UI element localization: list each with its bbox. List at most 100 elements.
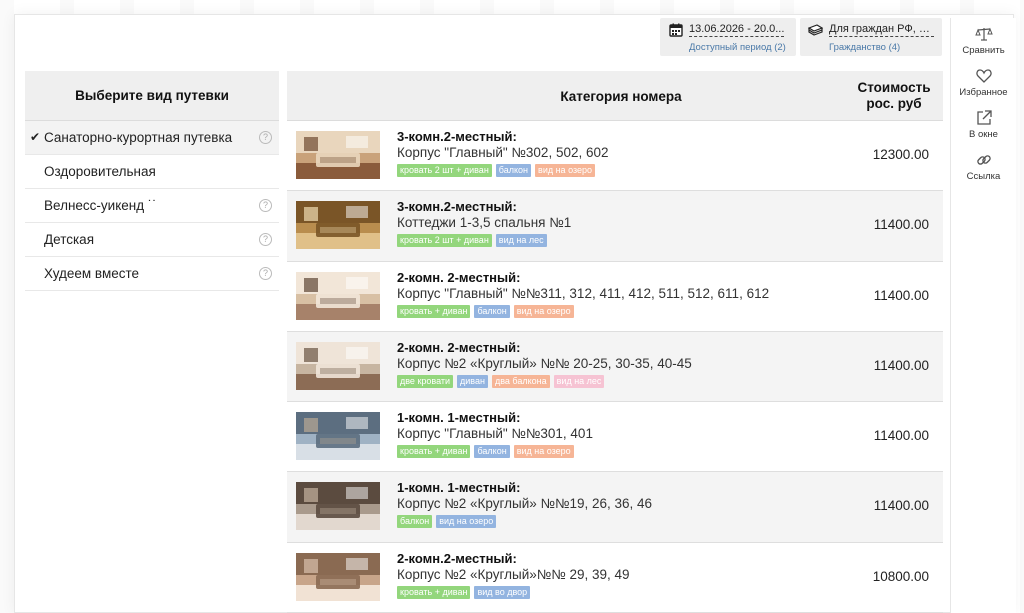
room-photo[interactable] xyxy=(296,412,380,461)
room-row[interactable]: 3-комн.2-местный: Корпус "Главный" №302,… xyxy=(287,121,943,192)
room-location: Корпус "Главный" №№311, 312, 411, 412, 5… xyxy=(397,285,770,301)
compare-label: Сравнить xyxy=(962,45,1005,56)
room-price: 10800.00 xyxy=(872,568,929,584)
favorites-button[interactable]: Избранное xyxy=(951,66,1016,98)
tour-type-label: Детская xyxy=(44,232,95,247)
compare-button[interactable]: Сравнить xyxy=(951,24,1016,56)
room-tag: балкон xyxy=(474,304,510,318)
room-title: 1-комн. 1-местный: xyxy=(397,480,521,496)
room-info: 2-комн. 2-местный: Корпус "Главный" №№31… xyxy=(397,270,769,318)
tour-type-label: Велнесс-уикенд ˙˙ xyxy=(44,198,157,213)
room-tag: вид на озеро xyxy=(535,164,596,177)
scales-icon xyxy=(974,24,994,44)
table-header: Категория номера Стоимость рос. руб xyxy=(287,71,943,121)
period-filter[interactable]: 13.06.2026 - 20.0... Доступный период (2… xyxy=(660,18,796,56)
room-row[interactable]: 1-комн. 1-местный: Корпус №2 «Круглый» №… xyxy=(287,472,943,543)
room-photo[interactable] xyxy=(296,201,380,250)
external-link-icon xyxy=(974,108,994,128)
room-tag: вид на озеро xyxy=(436,515,497,529)
room-photo[interactable] xyxy=(296,552,380,601)
tour-type-label: Санаторно-курортная путевка xyxy=(44,130,233,145)
room-photo[interactable] xyxy=(296,131,380,179)
room-title: 3-комн.2-местный: xyxy=(397,129,517,144)
tour-type-sanatorium[interactable]: ✔ Санаторно-курортная путевка ? xyxy=(25,121,279,155)
room-title: 2-комн. 2-местный: xyxy=(397,269,521,285)
room-photo[interactable] xyxy=(296,482,380,531)
calendar-icon xyxy=(668,23,683,38)
room-location: Корпус "Главный" №302, 502, 602 xyxy=(397,145,609,160)
room-tag: вид на озеро xyxy=(513,304,574,318)
room-tags: кровать 2 шт + диван балкон вид на озеро xyxy=(397,164,609,177)
room-location: Корпус №2 «Круглый»№№ 29, 39, 49 xyxy=(397,566,630,582)
help-icon[interactable]: ? xyxy=(259,233,272,246)
room-info: 1-комн. 1-местный: Корпус "Главный" №№30… xyxy=(397,410,593,459)
room-row[interactable]: 1-комн. 1-местный: Корпус "Главный" №№30… xyxy=(287,402,943,473)
help-icon[interactable]: ? xyxy=(259,199,272,212)
room-tag: кровать 2 шт + диван xyxy=(397,234,492,248)
tour-type-health[interactable]: Оздоровительная xyxy=(25,155,279,189)
room-price: 11400.00 xyxy=(873,357,929,373)
period-filter-label[interactable]: Доступный период (2) xyxy=(668,42,788,53)
room-info: 1-комн. 1-местный: Корпус №2 «Круглый» №… xyxy=(397,480,652,529)
room-tags: балкон вид на озеро xyxy=(397,515,652,529)
room-photo[interactable] xyxy=(296,341,380,390)
heart-icon xyxy=(974,66,994,86)
tour-type-wellness[interactable]: Велнесс-уикенд ˙˙ ? xyxy=(25,189,279,223)
tour-type-label: Худеем вместе xyxy=(44,266,140,281)
period-filter-value[interactable]: 13.06.2026 - 20.0... xyxy=(689,23,785,37)
room-info: 3-комн.2-местный: Корпус "Главный" №302,… xyxy=(397,129,609,177)
room-price: 11400.00 xyxy=(873,428,929,444)
room-price: 11400.00 xyxy=(873,217,929,233)
room-tag: балкон xyxy=(397,515,433,529)
room-tag: вид на лес xyxy=(553,374,605,388)
citizenship-filter[interactable]: Для граждан РФ, р... Гражданство (4) xyxy=(800,18,942,56)
citizenship-filter-value[interactable]: Для граждан РФ, р... xyxy=(829,23,934,37)
room-title: 3-комн.2-местный: xyxy=(397,199,517,215)
help-icon[interactable]: ? xyxy=(259,131,272,144)
room-info: 3-комн.2-местный: Коттеджи 1-3,5 спальня… xyxy=(397,199,572,248)
room-tags: две кровати диван два балкона вид на лес xyxy=(397,374,692,388)
tour-type-weightloss[interactable]: Худеем вместе ? xyxy=(25,257,279,291)
room-info: 2-комн. 2-местный: Корпус №2 «Круглый» №… xyxy=(397,340,692,388)
citizenship-filter-label[interactable]: Гражданство (4) xyxy=(808,42,934,53)
room-tag: кровать + диван xyxy=(397,445,471,459)
help-icon[interactable]: ? xyxy=(259,267,272,280)
room-price: 12300.00 xyxy=(872,147,929,162)
tour-type-kids[interactable]: Детская ? xyxy=(25,223,279,257)
link-button[interactable]: Ссылка xyxy=(951,150,1016,182)
link-icon xyxy=(974,150,994,170)
room-info: 2-комн.2-местный: Корпус №2 «Круглый»№№ … xyxy=(397,551,630,599)
passport-icon xyxy=(808,23,823,38)
room-row[interactable]: 2-комн. 2-местный: Корпус №2 «Круглый» №… xyxy=(287,331,943,403)
room-tag: вид во двор xyxy=(474,585,531,599)
column-price: Стоимость рос. руб xyxy=(851,80,937,112)
room-row[interactable]: 2-комн.2-местный: Корпус №2 «Круглый»№№ … xyxy=(287,542,943,613)
open-window-button[interactable]: В окне xyxy=(951,108,1016,140)
room-location: Корпус "Главный" №№301, 401 xyxy=(397,426,593,442)
favorites-label: Избранное xyxy=(959,87,1008,98)
room-row[interactable]: 3-комн.2-местный: Коттеджи 1-3,5 спальня… xyxy=(287,191,943,262)
room-price: 11400.00 xyxy=(873,287,929,303)
room-tag: балкон xyxy=(495,164,532,177)
tour-type-panel: Выберите вид путевки ✔ Санаторно-курортн… xyxy=(25,71,279,291)
room-tags: кровать + диван балкон вид на озеро xyxy=(397,445,593,459)
room-photo[interactable] xyxy=(296,271,380,320)
room-tag: кровать 2 шт + диван xyxy=(397,164,492,177)
room-tag: вид на озеро xyxy=(513,445,574,459)
room-title: 2-комн.2-местный: xyxy=(397,550,517,566)
room-tag: кровать + диван xyxy=(397,585,471,599)
tour-type-label: Оздоровительная xyxy=(44,164,156,179)
room-tag: вид на лес xyxy=(495,234,547,248)
room-tag: две кровати xyxy=(397,374,454,388)
room-location: Коттеджи 1-3,5 спальня №1 xyxy=(397,215,572,231)
tools-sidebar: Сравнить Избранное В окне Ссылка xyxy=(950,18,1016,613)
room-tags: кровать + диван вид во двор xyxy=(397,585,630,599)
room-title: 1-комн. 1-местный: xyxy=(397,410,521,426)
room-title: 2-комн. 2-местный: xyxy=(397,339,521,355)
room-location: Корпус №2 «Круглый» №№ 20-25, 30-35, 40-… xyxy=(397,355,692,371)
room-price: 11400.00 xyxy=(873,498,929,514)
link-label: Ссылка xyxy=(966,171,1001,182)
open-window-label: В окне xyxy=(969,129,998,140)
check-icon: ✔ xyxy=(30,130,41,144)
room-row[interactable]: 2-комн. 2-местный: Корпус "Главный" №№31… xyxy=(287,261,943,332)
